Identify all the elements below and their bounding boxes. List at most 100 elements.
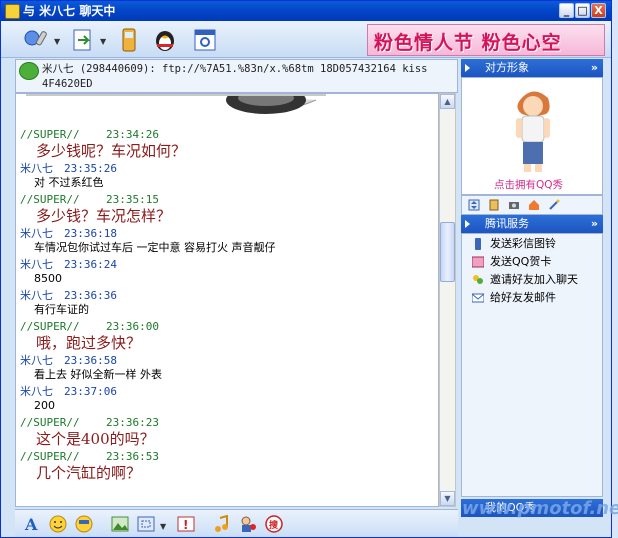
message-time: 23:36:18 [64,227,117,240]
message-text: 看上去 好似全新一样 外表 [34,368,162,381]
scroll-up-icon[interactable]: ▲ [440,94,455,109]
message-text: 车情况包你试过车后 一定中意 容易打火 声音靓仔 [34,241,276,254]
input-toolbar: A ▼ ! 搜 [15,509,458,537]
services-panel-title: 腾讯服务 [485,217,529,230]
file-dropdown-icon[interactable]: ▼ [100,37,106,46]
image-icon[interactable] [111,515,129,533]
screenshot-dropdown-icon[interactable]: ▼ [160,522,166,531]
message-time: 23:36:58 [64,354,117,367]
contact-info-bar: 米八七 (298440609): ftp://%7A51.%83n/x.%68t… [15,59,458,93]
desktop-edge [612,0,618,538]
magic-wand-icon[interactable] [548,199,560,211]
chat-scrollbar[interactable]: ▲ ▼ [439,93,456,507]
car-image [26,94,326,120]
message-header: //SUPER// [20,450,80,463]
font-icon[interactable]: A [23,515,41,533]
services-panel: 发送彩信图铃 发送QQ贺卡 邀请好友加入聊天 给好友发邮件 [461,233,603,497]
message-time: 23:35:15 [106,193,159,206]
message-text: 8500 [34,272,62,285]
message-header: //SUPER// [20,320,80,333]
message-text: 多少钱呢？车况如何？ [36,142,187,160]
message-time: 23:36:24 [64,258,117,271]
message-time: 23:36:36 [64,289,117,302]
magic-emoticon-icon[interactable] [75,515,93,533]
message-header: 米八七 [20,385,53,398]
service-label: 给好友发邮件 [490,291,556,304]
chevron-right-icon[interactable]: » [591,215,598,233]
message-text: 有行车证的 [34,303,89,316]
window-settings-icon[interactable] [191,27,219,53]
message-time: 23:34:26 [106,128,159,141]
message-header: //SUPER// [20,128,80,141]
message-header: //SUPER// [20,193,80,206]
message-time: 23:36:53 [106,450,159,463]
message-header: 米八七 [20,354,53,367]
qq-show-tools [461,195,603,215]
emoticon-icon[interactable] [49,515,67,533]
chevron-right-icon[interactable]: » [591,59,598,77]
envelope-icon [472,293,484,303]
service-label: 发送QQ贺卡 [490,255,552,268]
qq-app-icon [5,4,20,19]
title-bar[interactable]: 与 米八七 聊天中 _ □ X [1,1,611,21]
right-sidebar: 对方形象 » 点击拥有QQ秀 腾讯服务 » 发送彩信图铃 发送QQ贺卡 邀请好友… [461,59,603,537]
search-icon[interactable]: 搜 [265,515,283,533]
message-text: 对 不过系红色 [34,176,104,189]
chat-history[interactable]: //SUPER// 23:34:26 多少钱呢？车况如何？ 米八七 23:35:26 对 … [15,93,439,507]
message-header: //SUPER// [20,416,80,429]
scroll-down-icon[interactable]: ▼ [440,491,455,506]
camera-icon[interactable] [508,199,520,211]
message-text: 这个是400的吗？ [36,430,155,448]
window-title: 与 米八七 聊天中 [23,4,116,18]
message-time: 23:35:26 [64,162,117,175]
services-panel-header[interactable]: 腾讯服务 » [461,215,603,233]
minimize-button[interactable]: _ [559,3,574,18]
show-panel-title: 对方形象 [485,61,529,74]
penguin-icon[interactable] [151,27,179,53]
music-icon[interactable] [213,515,231,533]
message-time: 23:36:00 [106,320,159,333]
chat-window: 与 米八七 聊天中 _ □ X ▼ ▼ 粉色情人节 粉色心空 米八七 (2984… [0,0,612,538]
message-header: 米八七 [20,227,53,240]
close-button[interactable]: X [591,3,606,18]
scroll-thumb[interactable] [440,222,455,282]
screenshot-icon[interactable] [137,515,155,533]
message-text: 哦，跑过多快？ [36,334,142,352]
show-panel-header[interactable]: 对方形象 » [461,59,603,77]
qq-show-avatar [516,91,550,172]
maximize-button[interactable]: □ [575,3,590,18]
message-time: 23:36:23 [106,416,159,429]
sort-icon[interactable] [468,199,480,211]
main-toolbar: ▼ ▼ 粉色情人节 粉色心空 [1,21,611,58]
invite-friends-icon [473,275,483,284]
mobile-phone-icon [475,238,481,250]
service-label: 发送彩信图铃 [490,237,556,250]
message-header: 米八七 [20,289,53,302]
alert-icon[interactable]: ! [177,515,195,533]
site-watermark: www.pmotof.net [462,498,618,519]
message-text: 几个汽缸的啊？ [36,464,142,482]
message-header: 米八七 [20,258,53,271]
svg-text:!: ! [183,518,188,532]
contact-avatar-icon[interactable] [19,62,39,80]
message-time: 23:37:06 [64,385,117,398]
mobile-phone-icon[interactable] [115,27,143,53]
message-text: 多少钱？车况怎样？ [36,207,172,225]
wardrobe-icon[interactable] [488,199,500,211]
qq-show-icon[interactable] [239,515,257,533]
voice-dropdown-icon[interactable]: ▼ [54,37,60,46]
svg-text:A: A [24,515,38,533]
get-qq-show-link[interactable]: 点击拥有QQ秀 [494,177,563,192]
message-text: 200 [34,399,55,412]
service-label: 邀请好友加入聊天 [490,273,578,286]
contact-info-text: 米八七 (298440609): ftp://%7A51.%83n/x.%68t… [42,63,428,90]
svg-text:搜: 搜 [269,519,279,531]
valentine-banner[interactable]: 粉色情人节 粉色心空 [367,24,605,56]
home-icon[interactable] [528,199,540,211]
microphone-icon[interactable] [23,27,51,53]
panel-triangle-icon [465,64,470,72]
qq-show-box[interactable]: 点击拥有QQ秀 [461,77,603,195]
panel-triangle-icon [465,220,470,228]
greeting-card-icon [472,256,484,268]
file-transfer-icon[interactable] [69,27,97,53]
